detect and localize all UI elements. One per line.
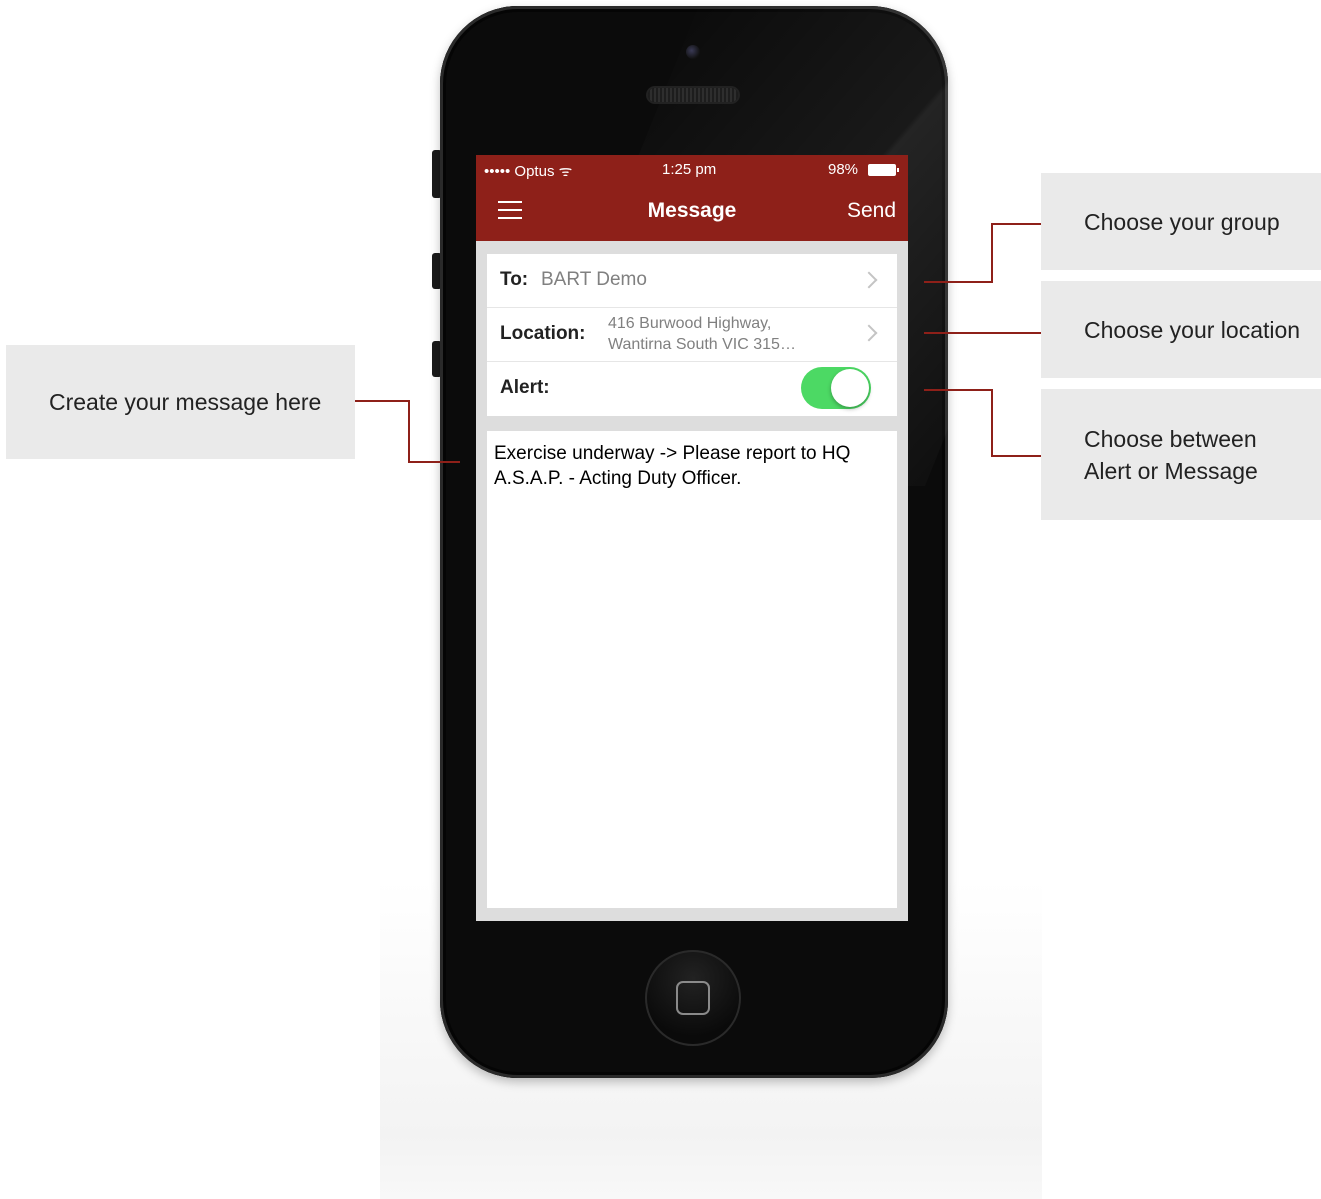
callout-message-text: Create your message here [49,389,322,415]
location-row[interactable]: Location: 416 Burwood Highway, Wantirna … [487,307,897,362]
location-line-1: 416 Burwood Highway, [608,315,772,332]
connector-group-h1 [924,281,992,283]
callout-create-message: Create your message here [6,345,355,459]
chevron-right-icon [860,324,878,342]
message-textarea[interactable]: Exercise underway -> Please report to HQ… [487,431,897,908]
battery-icon [868,164,899,176]
status-time: 1:25 pm [662,161,717,178]
carrier-signal: ••••• Optus ᯤ [484,163,573,180]
callout-alert-line-1: Choose between [1084,425,1257,452]
alert-label: Alert: [500,377,550,398]
location-line-2: Wantirna South VIC 315… [608,336,796,353]
page-title: Message [647,199,737,222]
location-label: Location: [500,323,586,344]
callout-alert-line-2: Alert or Message [1084,457,1258,484]
message-text: Exercise underway -> Please report to HQ… [494,443,851,489]
connector-group-h2 [991,223,1041,225]
connector-message-v [408,400,410,463]
callout-choose-location: Choose your location [1041,281,1321,378]
to-value: BART Demo [541,269,647,290]
connector-group-v [991,223,993,283]
app-header: ••••• Optus ᯤ 1:25 pm 98% Message Send [476,155,908,241]
recipient-row[interactable]: To: BART Demo [487,254,897,308]
phone-screen: ••••• Optus ᯤ 1:25 pm 98% Message Send T… [476,155,908,921]
callout-group-text: Choose your group [1084,208,1280,235]
home-square-icon [676,981,710,1015]
callout-location-text: Choose your location [1084,316,1301,343]
message-form: To: BART Demo Location: 416 Burwood High… [487,254,897,416]
front-camera-icon [686,45,700,59]
callout-choose-group: Choose your group [1041,173,1321,270]
toggle-knob [831,369,869,407]
alert-toggle[interactable] [801,367,871,409]
to-label: To: [500,269,529,290]
earpiece-speaker [648,88,738,102]
callout-choose-alert: Choose between Alert or Message [1041,389,1321,520]
send-button[interactable]: Send [847,199,896,223]
alert-row: Alert: [487,361,897,415]
connector-location [924,332,1041,334]
battery-percent: 98% [828,161,859,178]
location-value: 416 Burwood Highway, Wantirna South VIC … [608,313,796,355]
connector-alert-v [991,389,993,457]
home-button[interactable] [645,950,741,1046]
connector-alert-h2 [991,455,1041,457]
connector-message-h1 [355,400,409,402]
chevron-right-icon [860,271,878,289]
connector-message-h2 [408,461,460,463]
connector-alert-h1 [924,389,992,391]
